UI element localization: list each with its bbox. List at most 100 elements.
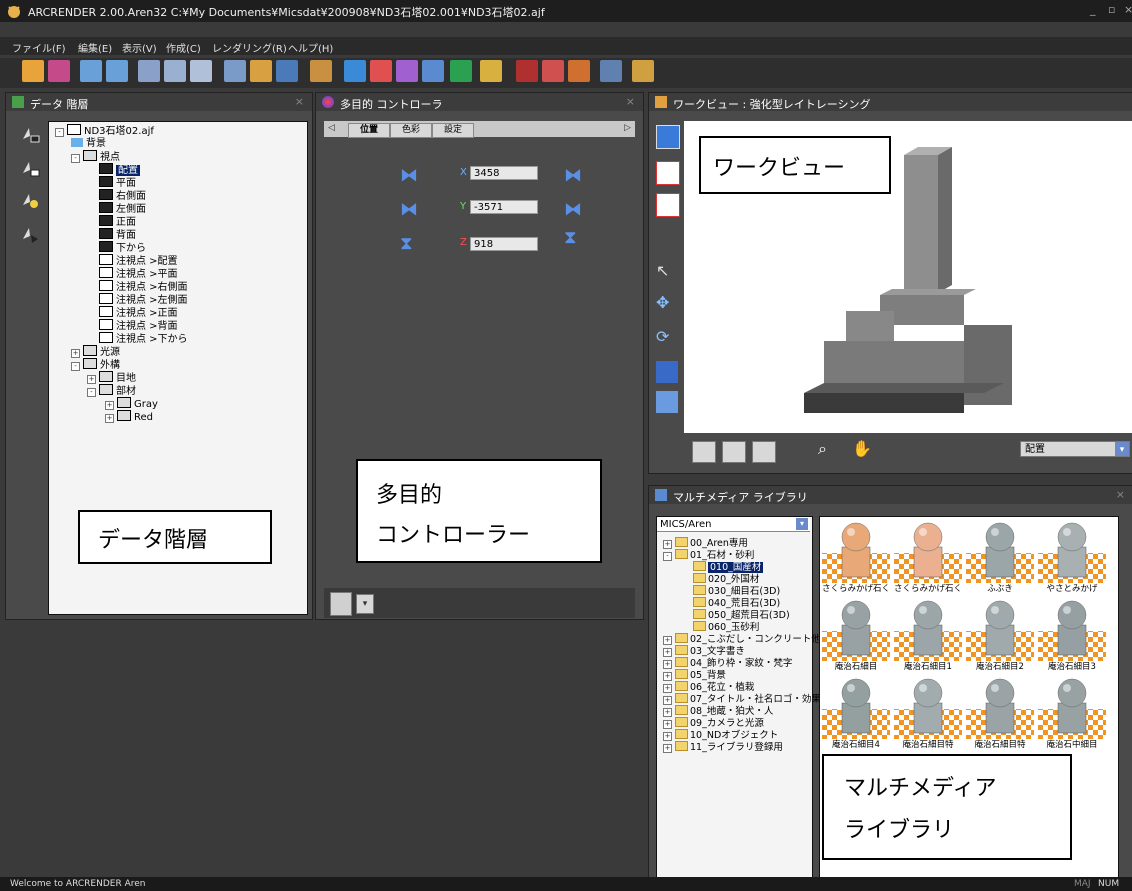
expand-icon[interactable]: + — [663, 636, 672, 645]
x-increase-icon[interactable]: ⧓ — [564, 165, 582, 186]
grid-icon[interactable] — [656, 161, 680, 185]
close-icon[interactable]: × — [626, 95, 635, 108]
fit-view-icon[interactable] — [656, 391, 678, 413]
folder-item[interactable]: - 01_石材・砂利 — [663, 549, 754, 561]
render-icon[interactable] — [422, 60, 444, 82]
folder-item[interactable]: 030_細目石(3D) — [681, 585, 780, 597]
tree-frame[interactable]: - 外構 — [71, 358, 120, 371]
z-decrease-icon[interactable]: ⧗ — [400, 233, 413, 254]
tree-target-0[interactable]: 注視点 >配置 — [99, 254, 178, 267]
tab-settings[interactable]: 設定 — [432, 123, 474, 138]
restore-icon[interactable]: ▫ — [1108, 3, 1115, 16]
thumbnail-item[interactable]: 庵治石細目3 — [1038, 597, 1106, 673]
tree-target-6[interactable]: 注視点 >下から — [99, 332, 188, 345]
folder-item[interactable]: +06_花立・植栽 — [663, 681, 754, 693]
z-field[interactable]: 918 — [470, 237, 538, 251]
expand-icon[interactable]: + — [663, 648, 672, 657]
tree-root[interactable]: - ND3石塔02.ajf — [55, 124, 154, 137]
add-target-icon[interactable] — [20, 159, 40, 179]
tree-red[interactable]: + Red — [105, 410, 153, 423]
monitor-icon[interactable] — [516, 60, 538, 82]
axis-move-icon[interactable] — [656, 361, 678, 383]
add-object-icon[interactable] — [20, 225, 40, 245]
rotate-icon[interactable]: ⟳ — [656, 327, 678, 349]
tree-view-0[interactable]: 配置 — [99, 163, 140, 176]
expand-icon[interactable]: + — [663, 660, 672, 669]
collapse-icon[interactable]: - — [663, 552, 672, 561]
tree-view-2[interactable]: 右側面 — [99, 189, 146, 202]
thumbnail-item[interactable]: 庵治石中細目 — [1038, 675, 1106, 751]
tree-target-1[interactable]: 注視点 >平面 — [99, 267, 178, 280]
zoom-icon[interactable]: ⌕ — [818, 439, 827, 459]
menu-view[interactable]: 表示(V) — [122, 40, 157, 55]
tree-target-4[interactable]: 注視点 >正面 — [99, 306, 178, 319]
thumbnail-item[interactable]: 庵治石細目 — [822, 597, 890, 673]
undo-icon[interactable] — [80, 60, 102, 82]
tree-target-2[interactable]: 注視点 >右側面 — [99, 280, 188, 293]
tab-scroll-right-icon[interactable]: ▷ — [624, 123, 631, 133]
pointer-icon[interactable]: ↖ — [656, 261, 678, 283]
redo-icon[interactable] — [106, 60, 128, 82]
y-decrease-icon[interactable]: ⧓ — [400, 199, 418, 220]
tree-gray[interactable]: + Gray — [105, 397, 158, 410]
add-light-icon[interactable] — [20, 191, 40, 211]
menu-edit[interactable]: 編集(E) — [78, 40, 112, 55]
open-file-icon[interactable] — [48, 60, 70, 82]
image-icon[interactable] — [276, 60, 298, 82]
hand-icon[interactable]: ✋ — [852, 439, 872, 458]
folder-item[interactable]: +04_飾り枠・家紋・梵字 — [663, 657, 792, 669]
menu-render[interactable]: レンダリング(R) — [212, 40, 287, 55]
thumbnail-item[interactable]: 庵治石細目特 — [966, 675, 1034, 751]
trash-icon[interactable] — [330, 592, 352, 616]
x-decrease-icon[interactable]: ⧓ — [400, 165, 418, 186]
color-ball-icon[interactable] — [396, 60, 418, 82]
x-field[interactable]: 3458 — [470, 166, 538, 180]
close-icon[interactable]: × — [1116, 488, 1125, 501]
settings-icon[interactable] — [600, 60, 622, 82]
thumbnail-item[interactable]: さくらみかげ石く — [894, 519, 962, 595]
thumbnail-item[interactable]: 庵治石細目4 — [822, 675, 890, 751]
tree-background[interactable]: 背景 — [71, 137, 106, 150]
chevron-down-icon[interactable]: ▾ — [796, 518, 808, 530]
landscape-icon[interactable] — [450, 60, 472, 82]
folder-item[interactable]: 020_外国材 — [681, 573, 759, 585]
tree-target-3[interactable]: 注視点 >左側面 — [99, 293, 188, 306]
menu-dropdown-icon[interactable]: ▾ — [356, 594, 374, 614]
tree-view-6[interactable]: 下から — [99, 241, 146, 254]
expand-icon[interactable]: + — [663, 696, 672, 705]
expand-icon[interactable]: + — [663, 744, 672, 753]
binocular-icon[interactable] — [752, 441, 776, 463]
light-icon[interactable] — [480, 60, 502, 82]
folder-item[interactable]: +08_地蔵・狛犬・人 — [663, 705, 773, 717]
add-camera-icon[interactable] — [20, 125, 40, 145]
tree-target-5[interactable]: 注視点 >背面 — [99, 319, 178, 332]
menu-file[interactable]: ファイル(F) — [12, 40, 66, 55]
frame-icon[interactable] — [722, 441, 746, 463]
folder-item[interactable]: 060_玉砂利 — [681, 621, 759, 633]
cut-icon[interactable] — [138, 60, 160, 82]
axis-icon[interactable] — [656, 193, 680, 217]
tree-view-3[interactable]: 左側面 — [99, 202, 146, 215]
tree-joint[interactable]: + 目地 — [87, 371, 136, 384]
folder-item[interactable]: 040_荒目石(3D) — [681, 597, 780, 609]
folder-item[interactable]: 050_超荒目石(3D) — [681, 609, 790, 621]
y-increase-icon[interactable]: ⧓ — [564, 199, 582, 220]
new-file-icon[interactable] — [22, 60, 44, 82]
chevron-down-icon[interactable]: ▾ — [1115, 442, 1129, 456]
move-icon[interactable]: ✥ — [656, 293, 678, 315]
camera-view-icon[interactable] — [656, 125, 680, 149]
expand-icon[interactable]: + — [663, 540, 672, 549]
folder-item[interactable]: +05_背景 — [663, 669, 726, 681]
folder-item[interactable]: +11_ライブラリ登録用 — [663, 741, 783, 753]
thumbnail-item[interactable]: 庵治石細目1 — [894, 597, 962, 673]
tab-position[interactable]: 位置 — [348, 123, 390, 138]
tree-view-4[interactable]: 正面 — [99, 215, 136, 228]
wizard-icon[interactable] — [632, 60, 654, 82]
close-icon[interactable]: × — [1124, 3, 1132, 16]
object-icon[interactable] — [250, 60, 272, 82]
thumbnail-item[interactable]: 庵治石細目2 — [966, 597, 1034, 673]
tab-scroll-left-icon[interactable]: ◁ — [328, 123, 335, 133]
folder-item[interactable]: +10_NDオブジェクト — [663, 729, 778, 741]
folder-item[interactable]: 010_国産材 — [681, 561, 764, 573]
expand-icon[interactable]: + — [663, 672, 672, 681]
